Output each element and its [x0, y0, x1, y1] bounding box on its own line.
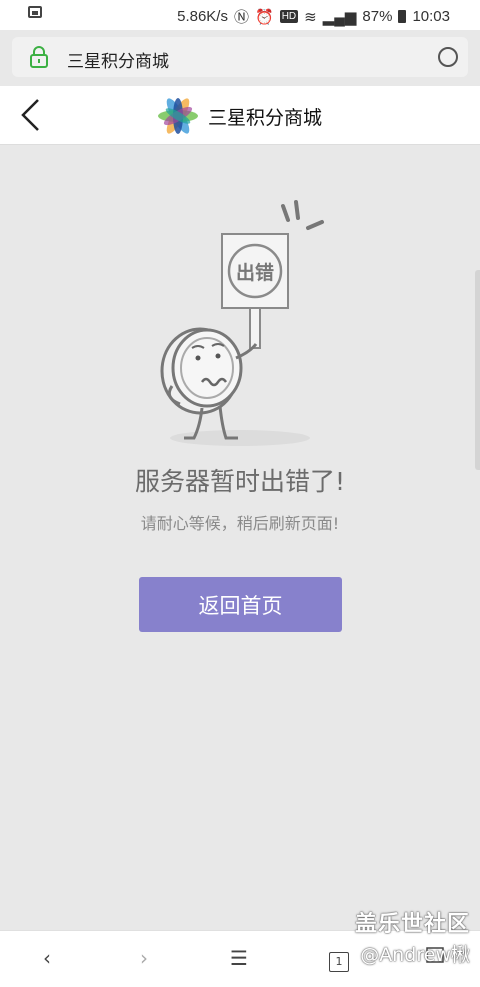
- error-title: 服务器暂时出错了!: [134, 467, 346, 496]
- samsung-rewards-logo: [158, 98, 198, 134]
- wifi-icon: ≋: [304, 8, 317, 26]
- menu-button[interactable]: ☰: [222, 943, 256, 973]
- back-arrow-icon[interactable]: [18, 98, 48, 132]
- tab-count: 1: [329, 952, 349, 972]
- watermark-community: 盖乐世社区: [354, 912, 470, 937]
- nav-back-button[interactable]: ‹: [30, 943, 64, 973]
- page-header: 三星积分商城: [0, 86, 480, 145]
- url-text[interactable]: 三星积分商城: [67, 47, 169, 72]
- error-subtitle: 请耐心等候，稍后刷新页面!: [140, 514, 340, 533]
- tabs-button[interactable]: 1: [322, 943, 356, 973]
- reload-icon[interactable]: [438, 47, 458, 67]
- watermark-author: @Andrew楸: [360, 944, 470, 966]
- watermark: 盖乐世社区 @Andrew楸: [355, 906, 470, 967]
- error-mascot-illustration: 出错: [160, 200, 324, 446]
- page-title: 三星积分商城: [208, 106, 323, 129]
- clock: 10:03: [412, 8, 450, 25]
- battery-percent: 87%: [362, 8, 393, 25]
- nav-forward-button[interactable]: ›: [127, 943, 161, 973]
- signal-icon: ▂▄▆: [322, 8, 357, 26]
- nfc-icon: Ⓝ: [233, 9, 249, 26]
- gallery-notification-icon: [28, 6, 42, 18]
- back-to-home-button[interactable]: 返回首页: [139, 577, 342, 632]
- hd-badge: HD: [279, 10, 299, 23]
- network-speed: 5.86K/s: [177, 8, 228, 25]
- brand: 三星积分商城: [154, 92, 322, 140]
- alarm-icon: ⏰: [255, 8, 274, 26]
- edge-panel-handle[interactable]: [475, 270, 480, 470]
- sign-text: 出错: [236, 261, 274, 284]
- status-indicators: 5.86K/s Ⓝ ⏰ HD ≋ ▂▄▆ 87% 10:03: [177, 6, 450, 27]
- lock-icon: [30, 46, 48, 68]
- battery-icon: [398, 10, 407, 23]
- url-bar[interactable]: 三星积分商城: [12, 37, 468, 77]
- status-bar: 5.86K/s Ⓝ ⏰ HD ≋ ▂▄▆ 87% 10:03: [0, 0, 480, 30]
